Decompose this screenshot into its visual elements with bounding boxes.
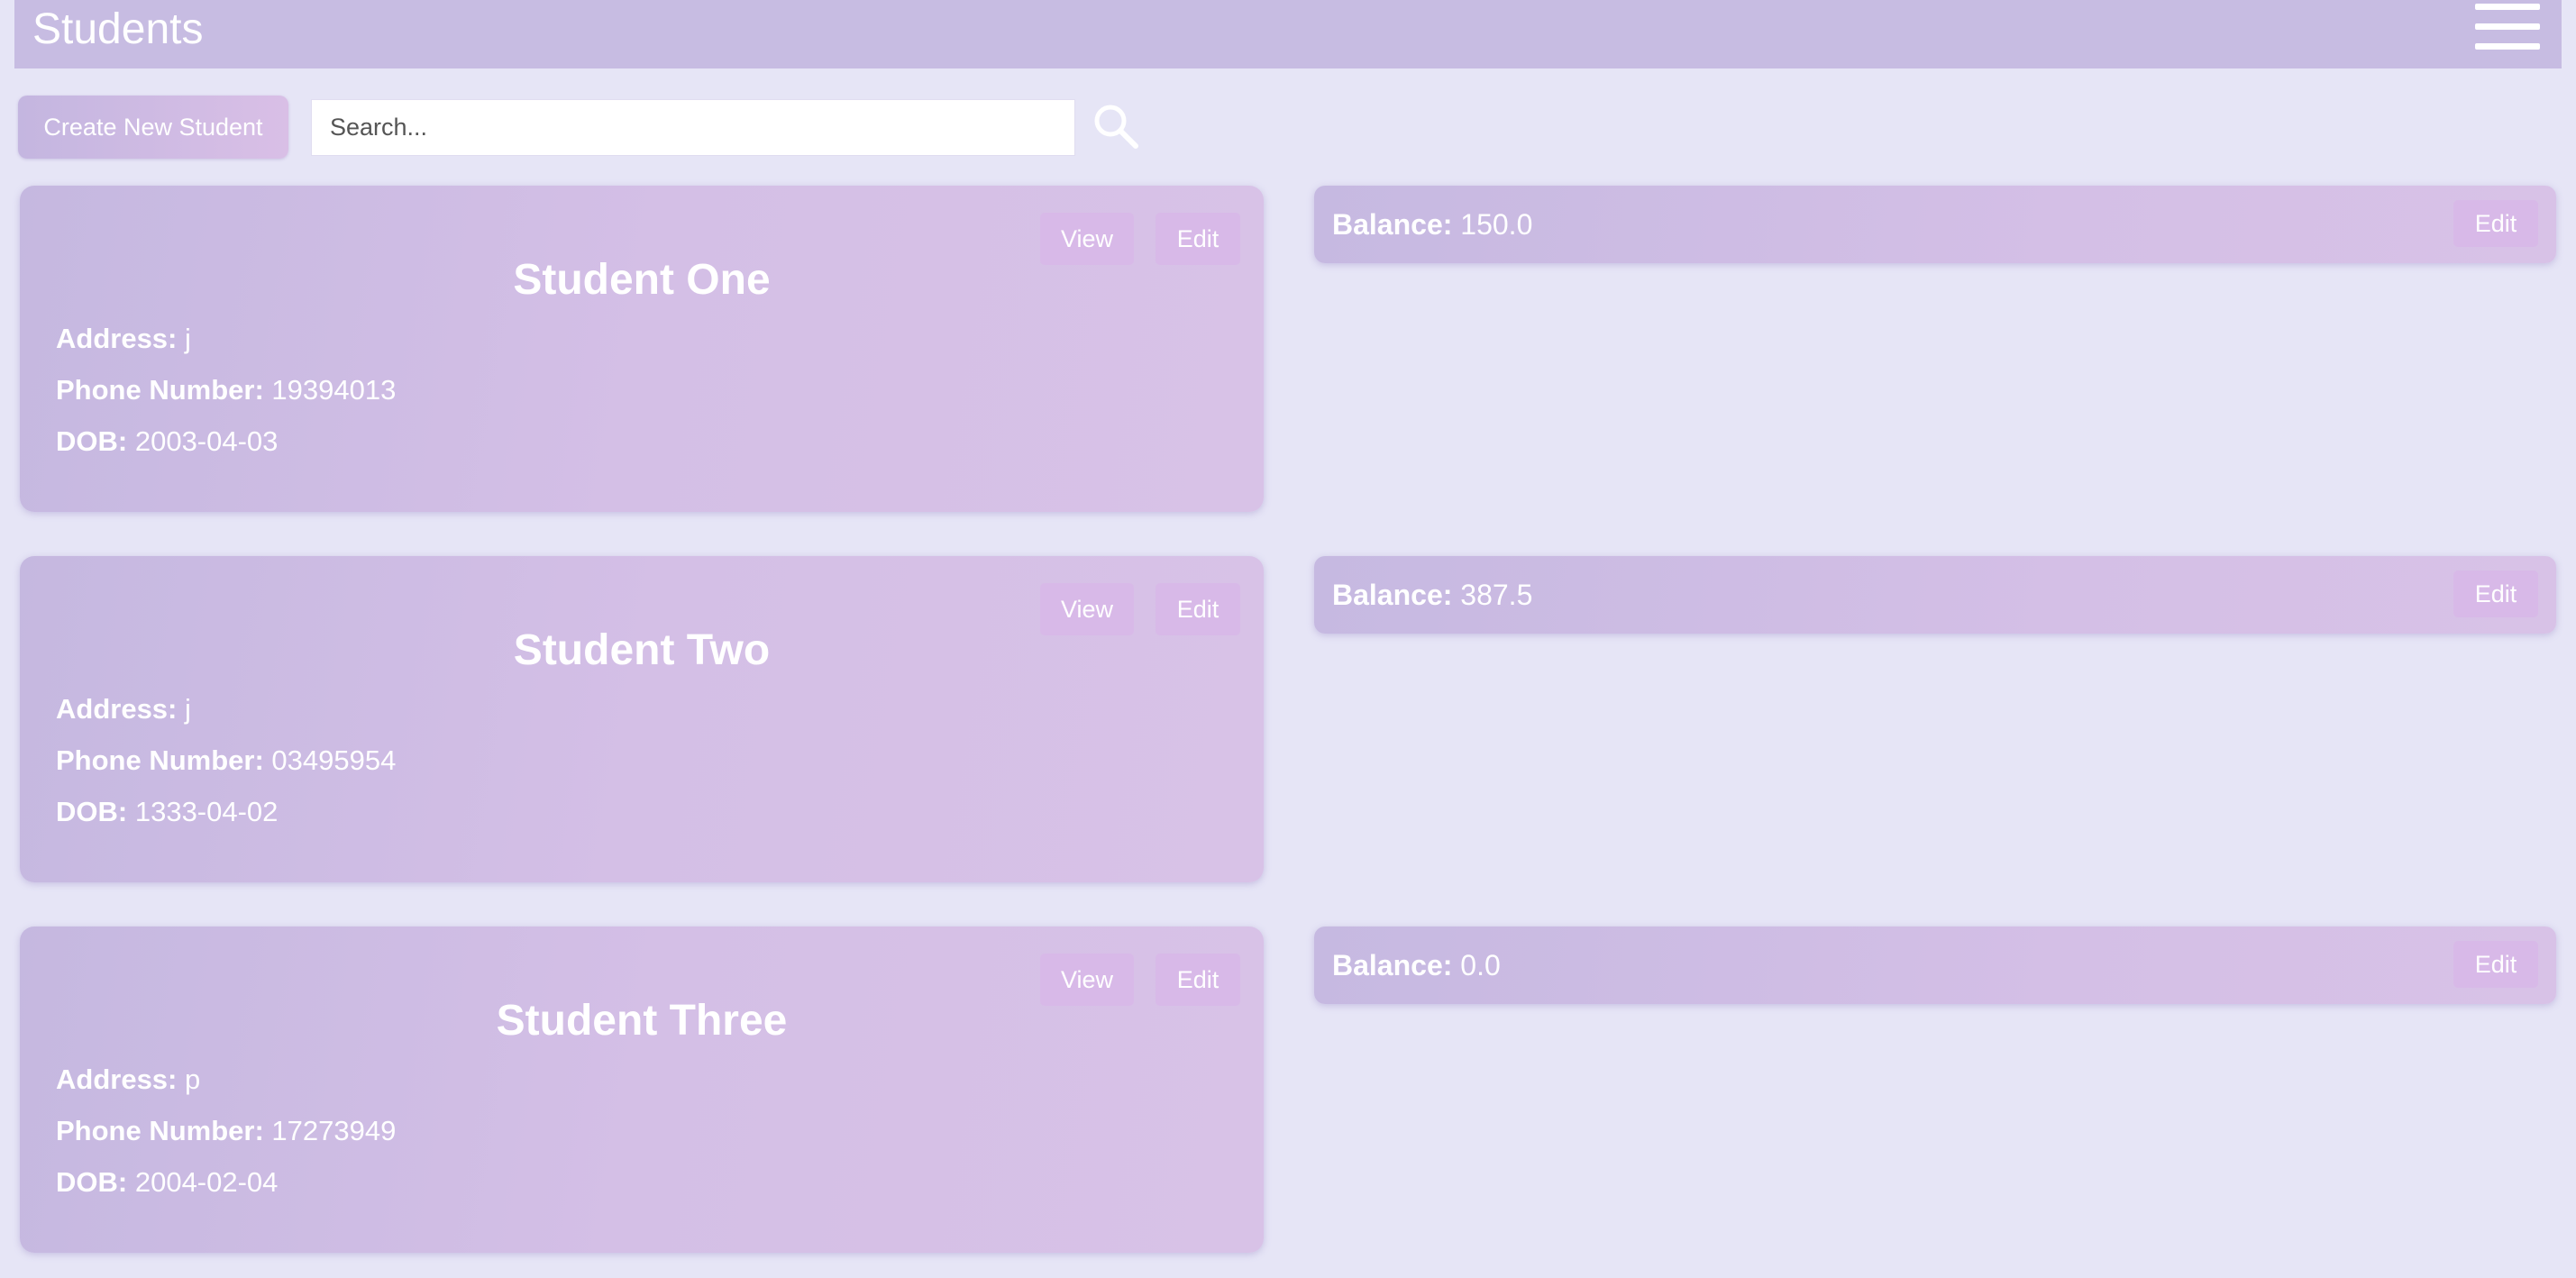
phone-field: Phone Number: 19394013 [56, 372, 396, 408]
address-value: j [185, 693, 191, 725]
dob-field: DOB: 2004-02-04 [56, 1164, 278, 1200]
student-card: View Edit Student Two Address: j Phone N… [20, 556, 1264, 882]
balance-card: Balance: 0.0 Edit [1314, 927, 2556, 1004]
balance-edit-button[interactable]: Edit [2453, 200, 2538, 247]
address-label: Address: [56, 1063, 178, 1095]
student-name: Student Three [496, 997, 788, 1045]
balance-value: 387.5 [1460, 579, 1533, 611]
balance-label: Balance: [1332, 208, 1453, 241]
phone-value: 19394013 [271, 374, 397, 406]
balance-value: 150.0 [1460, 208, 1533, 241]
phone-field: Phone Number: 17273949 [56, 1113, 396, 1149]
student-card: View Edit Student Three Address: p Phone… [20, 927, 1264, 1253]
phone-label: Phone Number: [56, 374, 264, 406]
phone-value: 03495954 [271, 744, 397, 776]
balance-label: Balance: [1332, 579, 1453, 611]
hamburger-menu-icon[interactable] [2475, 4, 2540, 50]
phone-label: Phone Number: [56, 1115, 264, 1146]
page-title: Students [32, 5, 204, 53]
phone-value: 17273949 [271, 1115, 397, 1146]
address-field: Address: p [56, 1062, 200, 1098]
student-name: Student One [513, 256, 771, 304]
menu-line [2475, 23, 2540, 30]
balance-text: Balance: 0.0 [1332, 947, 1501, 983]
balance-text: Balance: 150.0 [1332, 206, 1532, 242]
top-bar: Students [14, 0, 2562, 68]
student-name: Student Two [513, 626, 771, 674]
address-value: j [185, 323, 191, 354]
dob-label: DOB: [56, 796, 128, 827]
menu-line [2475, 43, 2540, 50]
address-field: Address: j [56, 691, 191, 727]
student-card: View Edit Student One Address: j Phone N… [20, 186, 1264, 512]
balance-card: Balance: 150.0 Edit [1314, 186, 2556, 263]
phone-field: Phone Number: 03495954 [56, 743, 396, 779]
dob-field: DOB: 1333-04-02 [56, 794, 278, 830]
create-new-student-button[interactable]: Create New Student [18, 96, 288, 159]
address-value: p [185, 1063, 201, 1095]
dob-value: 2004-02-04 [134, 1166, 279, 1198]
dob-field: DOB: 2003-04-03 [56, 424, 278, 460]
address-label: Address: [56, 693, 178, 725]
dob-value: 2003-04-03 [134, 425, 279, 457]
dob-label: DOB: [56, 1166, 128, 1198]
balance-edit-button[interactable]: Edit [2453, 941, 2538, 988]
dob-value: 1333-04-02 [134, 796, 279, 827]
address-label: Address: [56, 323, 178, 354]
search-icon[interactable] [1091, 101, 1141, 151]
address-field: Address: j [56, 321, 191, 357]
dob-label: DOB: [56, 425, 128, 457]
balance-edit-button[interactable]: Edit [2453, 571, 2538, 617]
search-input[interactable] [311, 99, 1075, 156]
balance-label: Balance: [1332, 949, 1453, 981]
balance-card: Balance: 387.5 Edit [1314, 556, 2556, 634]
balance-text: Balance: 387.5 [1332, 577, 1532, 613]
phone-label: Phone Number: [56, 744, 264, 776]
balance-value: 0.0 [1460, 949, 1501, 981]
menu-line [2475, 4, 2540, 10]
